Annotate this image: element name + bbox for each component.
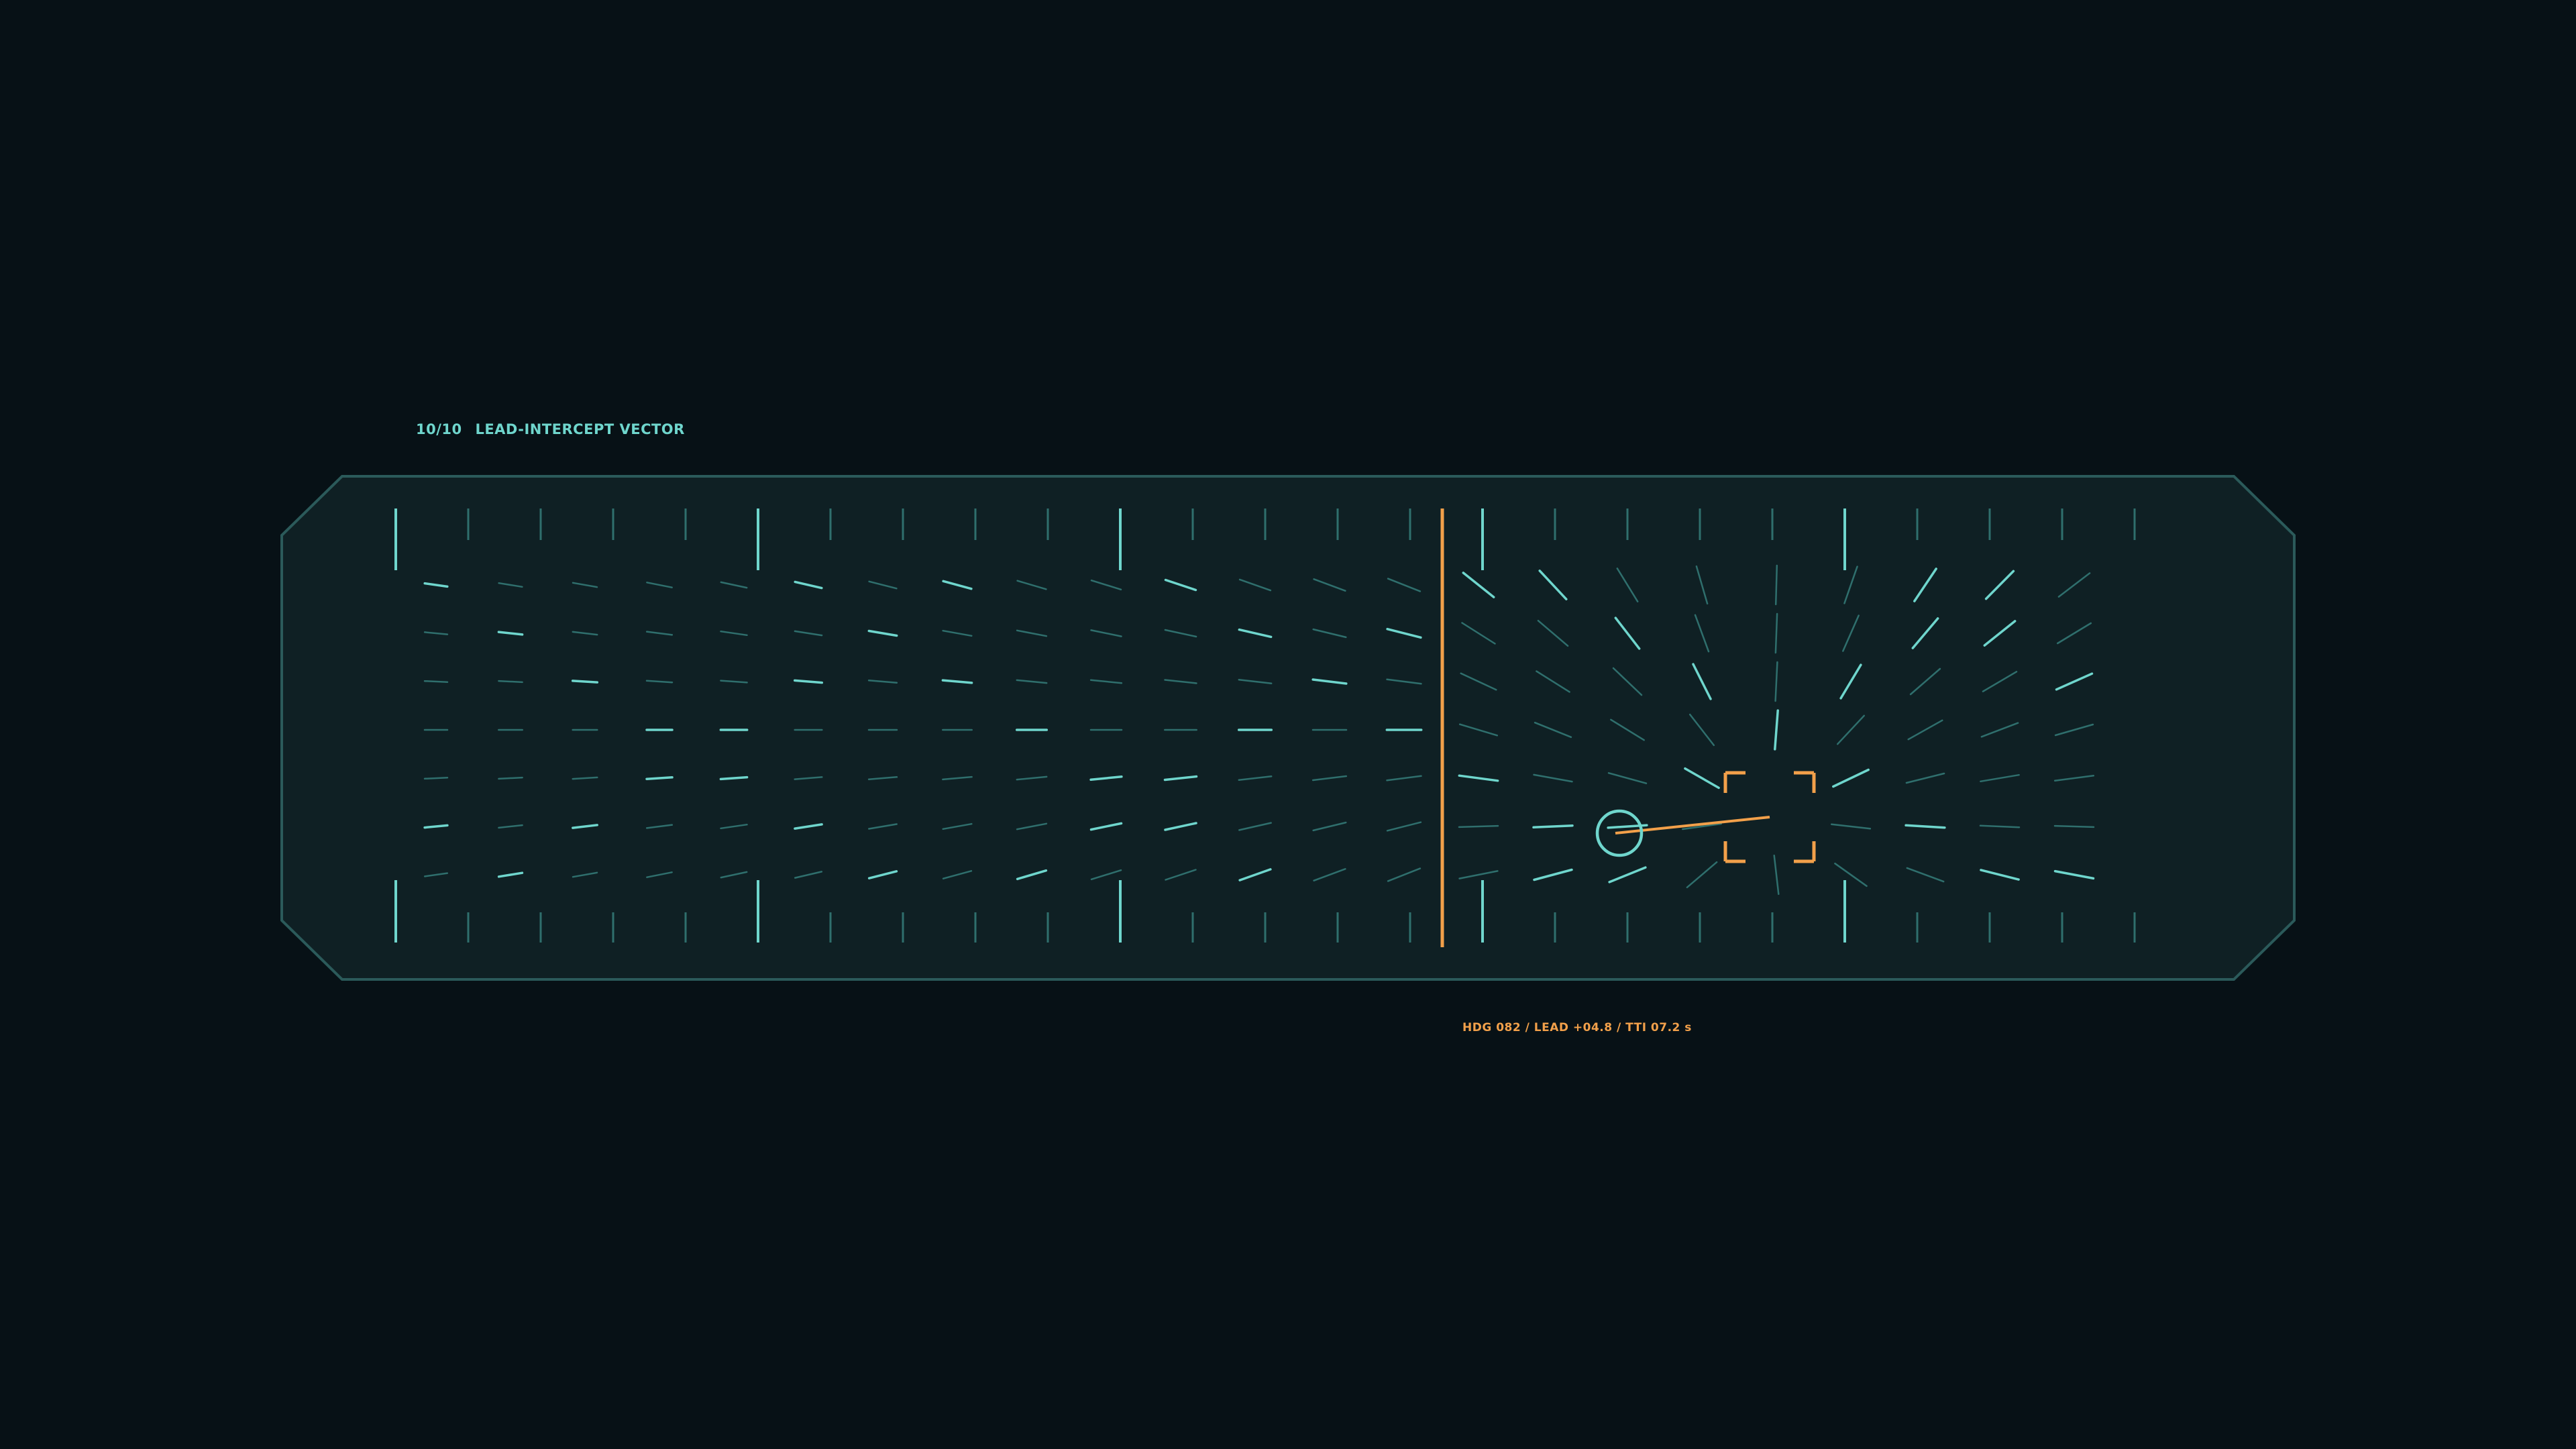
field-vector [423, 776, 449, 780]
intercept-readout: HDG 082 / LEAD +04.8 / TTI 07.2 s [1462, 1021, 1692, 1034]
field-vector [571, 680, 599, 684]
field-vector [1774, 564, 1778, 606]
field-vector [645, 776, 674, 780]
field-vector [423, 680, 449, 684]
panel-index: 10/10 [416, 421, 462, 437]
panel-title-text: LEAD-INTERCEPT VECTOR [475, 421, 685, 437]
hud-panel-frame [280, 475, 2296, 981]
hud-canvas [280, 475, 2296, 981]
panel-title: 10/10 LEAD-INTERCEPT VECTOR [416, 421, 685, 437]
